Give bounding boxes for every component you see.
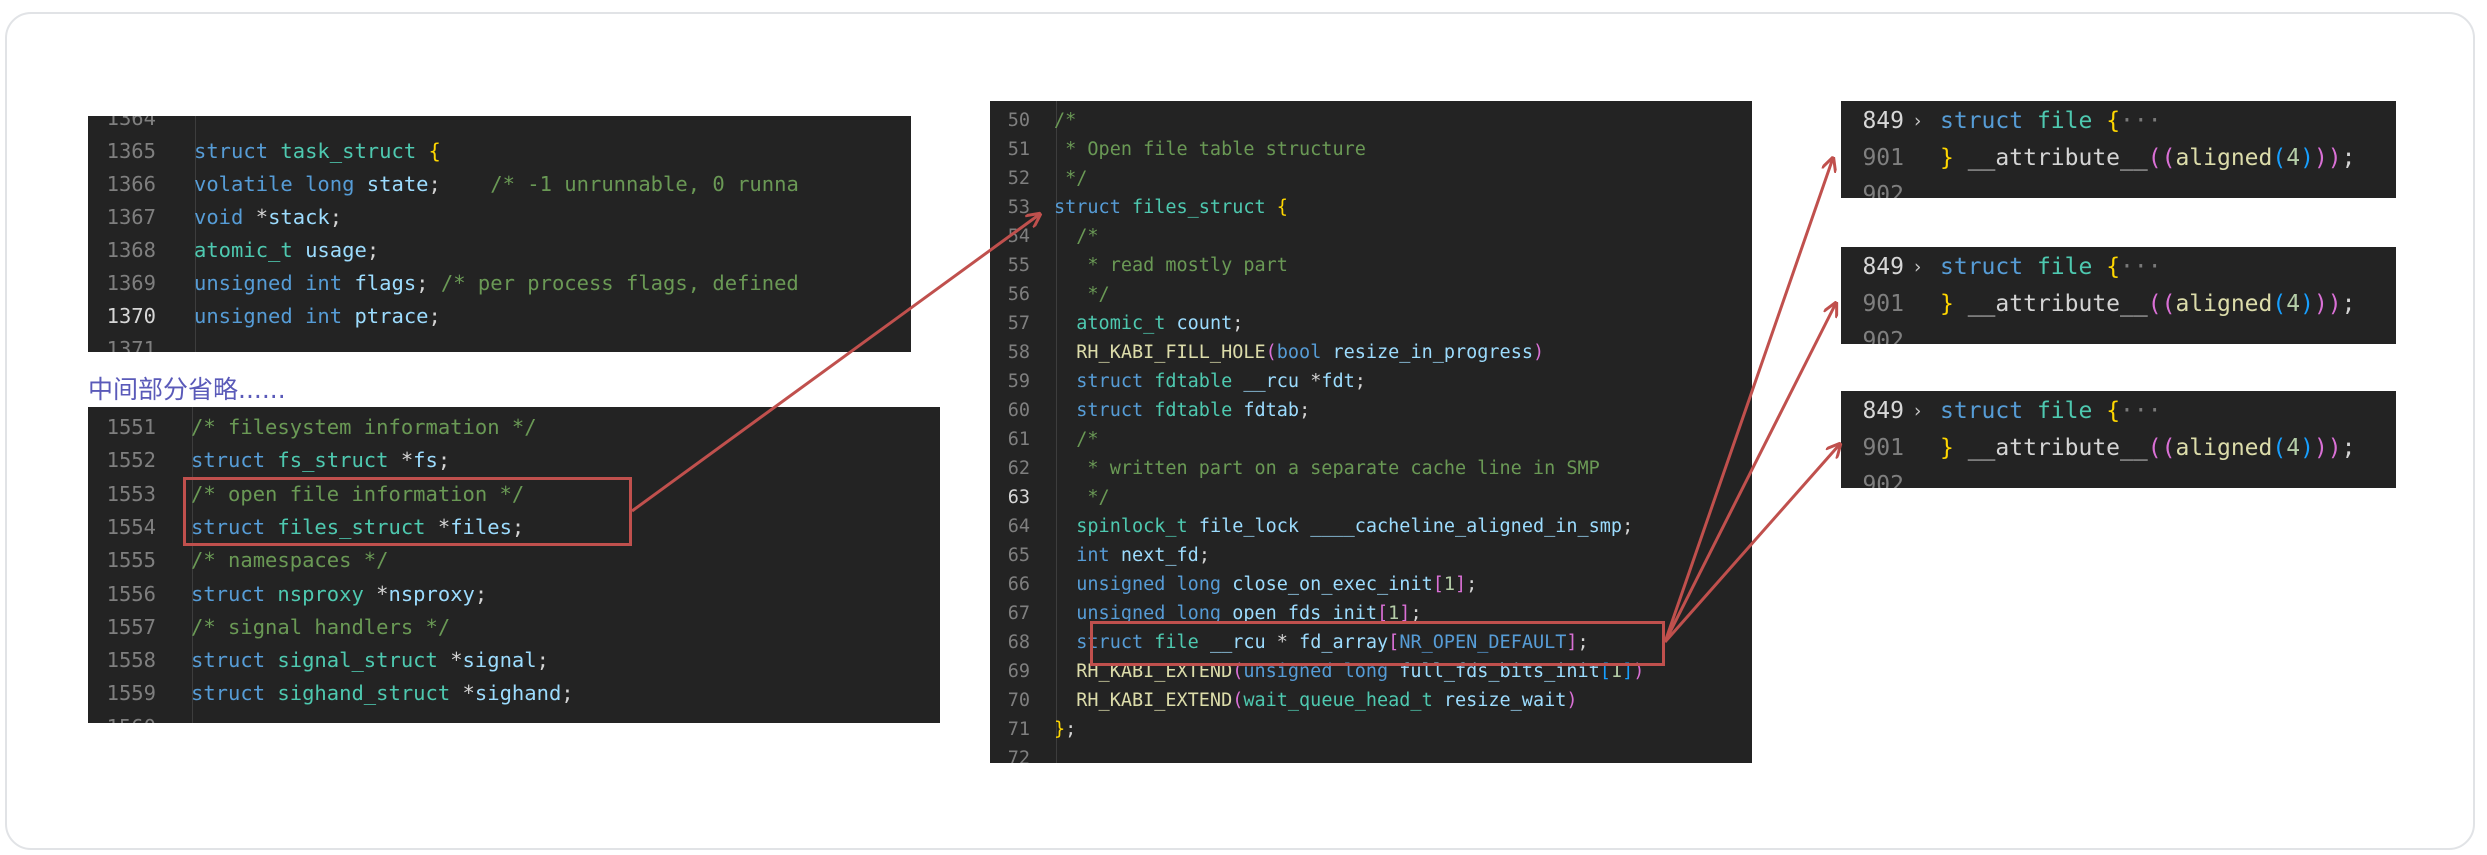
arrow-fd-array-to-file-2 (1663, 303, 1836, 643)
arrow-fd-array-to-file-3 (1663, 444, 1840, 643)
arrow-files-to-files-struct (631, 214, 1040, 513)
connector-arrows (631, 0, 2487, 643)
arrow-fd-array-to-file-1 (1663, 158, 1833, 643)
